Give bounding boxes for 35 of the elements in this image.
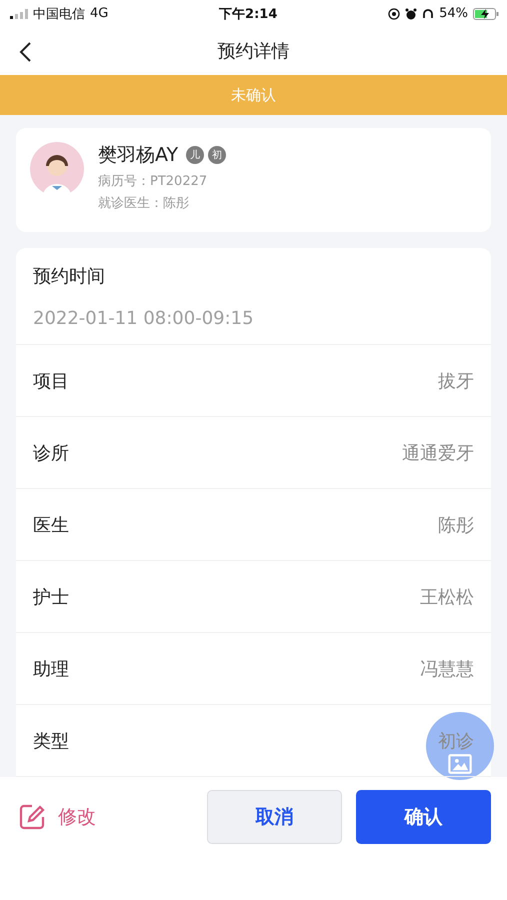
record-number: 病历号：PT20227 [98,173,208,190]
attending-doctor: 就诊医生：陈彤 [98,195,190,212]
patient-name: 樊羽杨AY [98,143,178,168]
field-label: 预约时间 [33,265,106,288]
edit-button[interactable]: 修改 [18,790,96,844]
cancel-button[interactable]: 取消 [207,790,342,844]
field-label: 助理 [33,658,69,680]
confirm-button[interactable]: 确认 [356,790,491,844]
lock-rotation-icon [388,8,400,20]
page-title: 预约详情 [218,40,290,64]
field-label: 医生 [33,514,69,536]
edit-icon [18,803,46,831]
patient-tag: 儿 [186,146,204,164]
battery-percent: 54% [439,6,468,22]
avatar [30,142,84,196]
field-value: 王松松 [420,586,474,608]
field-value: 陈彤 [438,514,474,536]
battery-charging-icon [472,8,499,20]
patient-tag: 初 [208,146,226,164]
headphones-icon [422,8,434,20]
image-icon [448,754,472,774]
field-label: 护士 [33,586,69,608]
field-value: 通通爱牙 [402,442,474,464]
field-label: 项目 [33,370,69,392]
field-value: 初诊 [438,730,474,752]
network-type: 4G [90,6,108,22]
status-text: 未确认 [231,86,276,105]
field-value: 冯慧慧 [420,658,474,680]
field-label: 诊所 [33,442,69,464]
clock: 下午2:14 [219,6,278,23]
appointment-time: 2022-01-11 08:00-09:15 [33,308,255,329]
field-label: 类型 [33,730,69,752]
field-value: 拔牙 [438,370,474,392]
carrier: 中国电信 [33,6,85,23]
signal-icon [10,8,28,19]
